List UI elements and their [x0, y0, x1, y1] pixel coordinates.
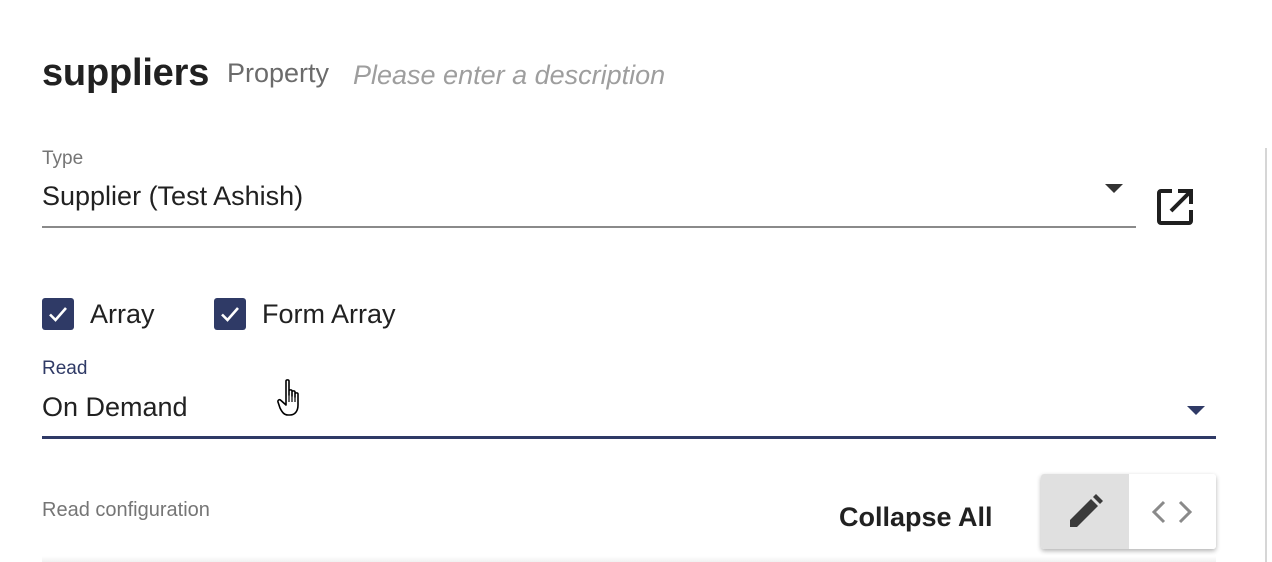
description-input[interactable] — [353, 60, 873, 91]
open-in-new-icon[interactable] — [1155, 187, 1195, 227]
property-name: suppliers — [42, 52, 210, 94]
array-checkbox-label: Array — [90, 298, 155, 329]
panel-divider — [1265, 148, 1267, 562]
chevron-down-icon — [1187, 406, 1205, 415]
pencil-icon — [1069, 493, 1103, 527]
content-divider — [42, 556, 1216, 562]
type-select-value: Supplier (Test Ashish) — [42, 181, 304, 211]
type-select[interactable]: Supplier (Test Ashish) — [42, 174, 1136, 228]
view-mode-toggle — [1041, 474, 1216, 549]
checkbox-checked-icon — [42, 298, 74, 330]
code-mode-button[interactable] — [1128, 474, 1216, 549]
form-array-checkbox-label: Form Array — [262, 298, 396, 329]
type-label: Type — [42, 148, 84, 169]
edit-mode-button[interactable] — [1041, 474, 1129, 549]
hand-cursor-icon — [277, 378, 311, 418]
read-select-value: On Demand — [42, 392, 188, 422]
code-icon — [1152, 500, 1193, 523]
chevron-down-icon — [1105, 184, 1123, 193]
array-checkbox[interactable]: Array — [42, 298, 155, 330]
read-configuration-label: Read configuration — [42, 499, 210, 521]
form-array-checkbox[interactable]: Form Array — [214, 298, 396, 330]
checkbox-checked-icon — [214, 298, 246, 330]
read-select[interactable]: On Demand — [42, 384, 1216, 439]
read-label: Read — [42, 358, 88, 379]
collapse-all-button[interactable]: Collapse All — [839, 502, 993, 533]
property-kind-label: Property — [227, 58, 330, 88]
